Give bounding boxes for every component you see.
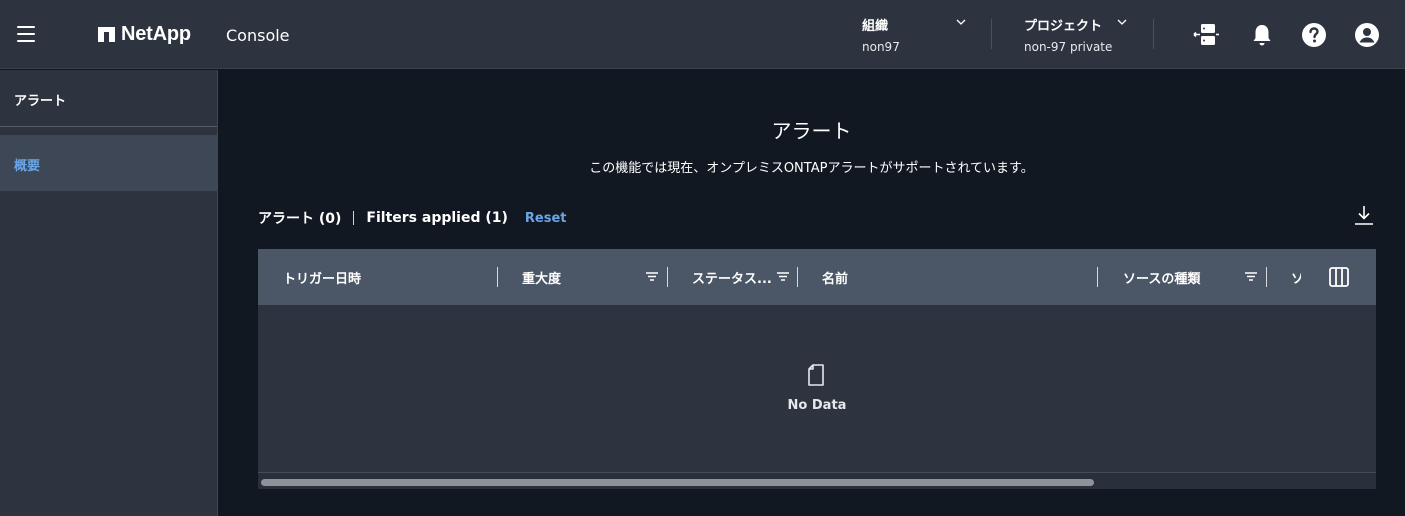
chevron-down-icon	[1117, 19, 1127, 25]
file-icon	[808, 364, 824, 386]
divider	[1153, 19, 1154, 49]
sidebar-item-label: 概要	[14, 159, 41, 174]
divider	[353, 211, 355, 225]
logo-text: NetApp	[121, 22, 191, 45]
divider	[991, 19, 992, 49]
menu-icon[interactable]	[17, 26, 35, 42]
filter-icon[interactable]	[777, 269, 789, 283]
org-selector[interactable]: 組織 non97	[862, 15, 972, 54]
column-header-status[interactable]: ステータス...	[692, 268, 772, 287]
help-icon[interactable]	[1301, 22, 1327, 48]
top-bar: NetApp Console 組織 non97 プロジェクト non-97 pr…	[0, 0, 1405, 69]
table-header: トリガー日時 重大度 ステータス... 名前 ソースの種類 ソ	[258, 249, 1376, 305]
project-value: non-97 private	[1024, 40, 1113, 54]
column-divider[interactable]	[1097, 267, 1098, 287]
reset-link[interactable]: Reset	[525, 211, 567, 226]
page-subtitle: この機能では現在、オンプレミスONTAPアラートがサポートされています。	[589, 161, 1034, 176]
app-name: Console	[226, 26, 290, 45]
sidebar-item-overview[interactable]: 概要	[0, 135, 217, 191]
scrollbar-thumb[interactable]	[261, 479, 1094, 486]
download-icon[interactable]	[1353, 204, 1375, 226]
sidebar: アラート 概要	[0, 70, 218, 516]
column-selector-icon[interactable]	[1328, 266, 1350, 288]
connector-icon[interactable]	[1193, 22, 1219, 48]
org-value: non97	[862, 40, 900, 54]
column-header-name[interactable]: 名前	[822, 268, 848, 287]
horizontal-scrollbar[interactable]	[258, 472, 1376, 489]
page-title: アラート	[771, 119, 852, 143]
sidebar-title: アラート	[14, 94, 67, 109]
netapp-logo-mark	[98, 26, 115, 42]
netapp-logo[interactable]: NetApp	[98, 23, 191, 45]
table-toolbar: アラート (0) Filters applied (1) Reset	[258, 208, 567, 228]
bell-icon[interactable]	[1249, 22, 1275, 48]
user-icon[interactable]	[1354, 22, 1380, 48]
alerts-table: トリガー日時 重大度 ステータス... 名前 ソースの種類 ソ No Data	[258, 249, 1376, 489]
filter-icon[interactable]	[1245, 269, 1257, 283]
sidebar-divider	[0, 126, 217, 127]
column-header-trigger-time[interactable]: トリガー日時	[283, 268, 361, 287]
column-header-source-type[interactable]: ソースの種類	[1123, 268, 1200, 287]
column-divider[interactable]	[1266, 267, 1267, 287]
column-header-severity[interactable]: 重大度	[522, 268, 561, 287]
column-header-source-truncated[interactable]: ソ	[1291, 268, 1301, 287]
column-divider[interactable]	[667, 267, 668, 287]
empty-state-text: No Data	[787, 398, 847, 413]
column-divider[interactable]	[497, 267, 498, 287]
filter-icon[interactable]	[646, 269, 658, 283]
filters-applied: Filters applied (1)	[366, 210, 508, 226]
chevron-down-icon	[956, 19, 966, 25]
project-selector[interactable]: プロジェクト non-97 private	[1024, 15, 1134, 54]
column-divider[interactable]	[797, 267, 798, 287]
alert-count: アラート (0)	[258, 211, 342, 227]
